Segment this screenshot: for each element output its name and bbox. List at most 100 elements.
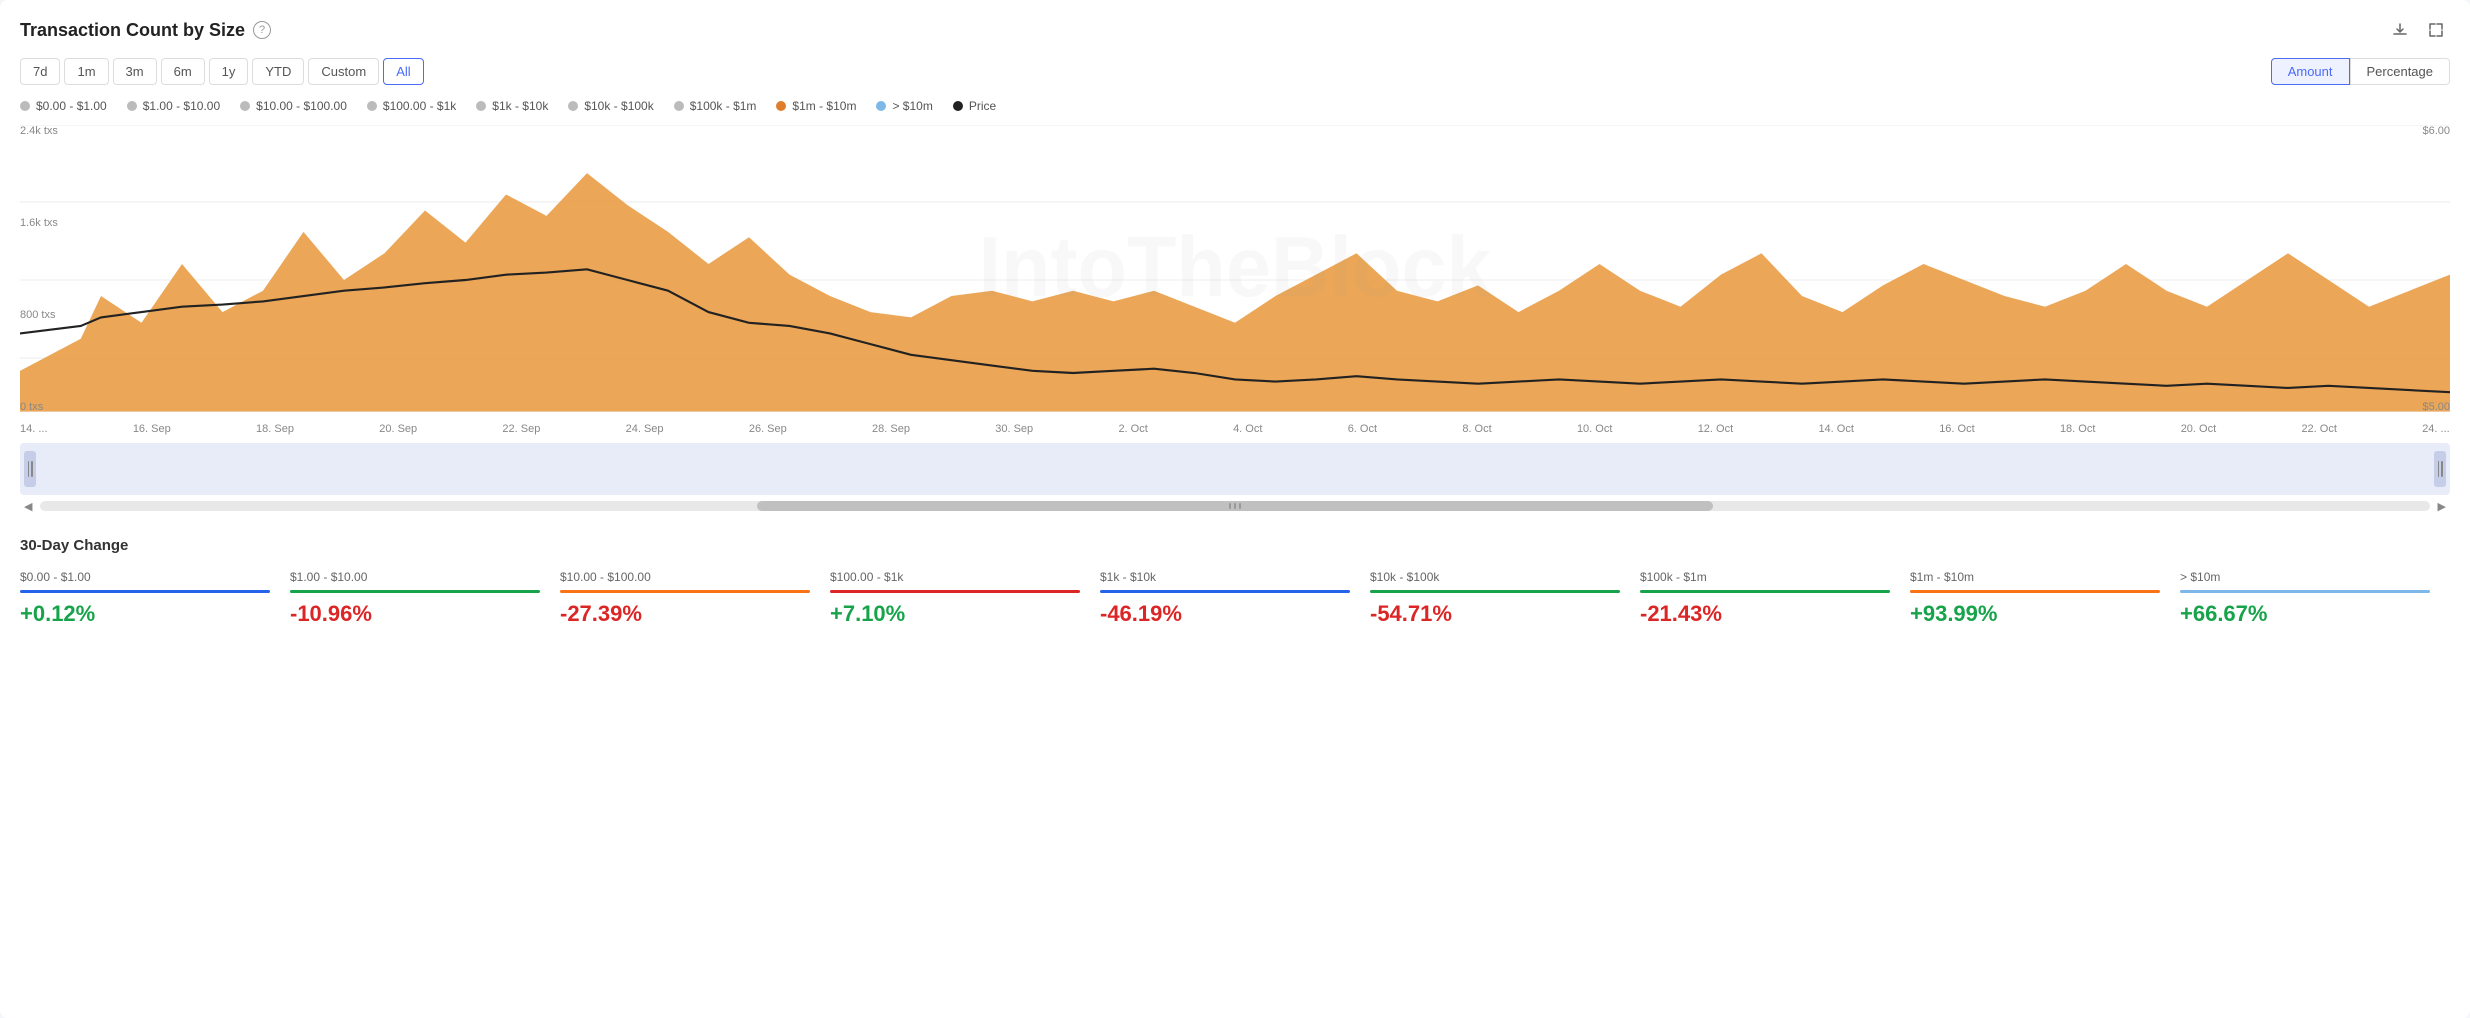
change-section: 30-Day Change $0.00 - $1.00 +0.12% $1.00… bbox=[20, 537, 2450, 627]
time-btn-1m[interactable]: 1m bbox=[64, 58, 108, 85]
x-label-10: 4. Oct bbox=[1233, 423, 1262, 435]
change-bar-5 bbox=[1370, 590, 1620, 593]
x-label-20: 24. ... bbox=[2422, 423, 2450, 435]
handle-line bbox=[28, 461, 30, 477]
change-value-4: -46.19% bbox=[1100, 601, 1350, 627]
x-label-17: 18. Oct bbox=[2060, 423, 2095, 435]
time-btn-all[interactable]: All bbox=[383, 58, 423, 85]
header-actions bbox=[2386, 16, 2450, 44]
y-label-bottom: 0 txs bbox=[20, 401, 58, 413]
change-label-0: $0.00 - $1.00 bbox=[20, 570, 270, 584]
scrollbar-container: ◀ ▶ bbox=[20, 499, 2450, 513]
change-item-6: $100k - $1m -21.43% bbox=[1640, 570, 1910, 627]
change-section-title: 30-Day Change bbox=[20, 537, 2450, 554]
legend-row: $0.00 - $1.00 $1.00 - $10.00 $10.00 - $1… bbox=[20, 99, 2450, 113]
view-btn-amount[interactable]: Amount bbox=[2271, 58, 2350, 85]
grip-line bbox=[1234, 503, 1236, 509]
change-label-1: $1.00 - $10.00 bbox=[290, 570, 540, 584]
legend-dot-0 bbox=[20, 101, 30, 111]
legend-label-1: $1.00 - $10.00 bbox=[143, 99, 220, 113]
x-label-4: 22. Sep bbox=[502, 423, 540, 435]
time-buttons: 7d 1m 3m 6m 1y YTD Custom All bbox=[20, 58, 424, 85]
change-item-5: $10k - $100k -54.71% bbox=[1370, 570, 1640, 627]
scroll-grip bbox=[757, 501, 1713, 511]
x-label-1: 16. Sep bbox=[133, 423, 171, 435]
x-label-3: 20. Sep bbox=[379, 423, 417, 435]
page-title: Transaction Count by Size bbox=[20, 20, 245, 41]
x-label-0: 14. ... bbox=[20, 423, 48, 435]
x-label-9: 2. Oct bbox=[1118, 423, 1147, 435]
change-label-3: $100.00 - $1k bbox=[830, 570, 1080, 584]
x-label-13: 10. Oct bbox=[1577, 423, 1612, 435]
legend-label-4: $1k - $10k bbox=[492, 99, 548, 113]
chart-wrapper: 2.4k txs 1.6k txs 800 txs 0 txs $6.00 $5… bbox=[20, 125, 2450, 435]
change-bar-6 bbox=[1640, 590, 1890, 593]
x-label-6: 26. Sep bbox=[749, 423, 787, 435]
time-btn-7d[interactable]: 7d bbox=[20, 58, 60, 85]
y-label-mid1: 1.6k txs bbox=[20, 217, 58, 229]
legend-label-6: $100k - $1m bbox=[690, 99, 757, 113]
download-button[interactable] bbox=[2386, 16, 2414, 44]
view-btn-percentage[interactable]: Percentage bbox=[2350, 58, 2451, 85]
expand-button[interactable] bbox=[2422, 16, 2450, 44]
x-label-15: 14. Oct bbox=[1818, 423, 1853, 435]
legend-dot-3 bbox=[367, 101, 377, 111]
legend-item-4: $1k - $10k bbox=[476, 99, 548, 113]
title-area: Transaction Count by Size ? bbox=[20, 20, 271, 41]
x-axis-row: 14. ... 16. Sep 18. Sep 20. Sep 22. Sep … bbox=[20, 423, 2450, 435]
change-bar-4 bbox=[1100, 590, 1350, 593]
download-icon bbox=[2392, 22, 2408, 38]
y-label-top: 2.4k txs bbox=[20, 125, 58, 137]
scrollbar-thumb[interactable] bbox=[757, 501, 1713, 511]
change-value-5: -54.71% bbox=[1370, 601, 1620, 627]
x-label-5: 24. Sep bbox=[626, 423, 664, 435]
legend-item-7: $1m - $10m bbox=[776, 99, 856, 113]
legend-item-3: $100.00 - $1k bbox=[367, 99, 456, 113]
legend-item-6: $100k - $1m bbox=[674, 99, 757, 113]
legend-item-8: > $10m bbox=[876, 99, 932, 113]
legend-dot-4 bbox=[476, 101, 486, 111]
range-handle-left[interactable] bbox=[24, 451, 36, 487]
x-label-11: 6. Oct bbox=[1348, 423, 1377, 435]
legend-item-1: $1.00 - $10.00 bbox=[127, 99, 220, 113]
handle-lines-left bbox=[28, 461, 33, 477]
change-label-5: $10k - $100k bbox=[1370, 570, 1620, 584]
help-icon[interactable]: ? bbox=[253, 21, 271, 39]
y-right-top: $6.00 bbox=[2422, 125, 2450, 137]
legend-dot-9 bbox=[953, 101, 963, 111]
change-bar-1 bbox=[290, 590, 540, 593]
time-btn-ytd[interactable]: YTD bbox=[252, 58, 304, 85]
change-value-7: +93.99% bbox=[1910, 601, 2160, 627]
time-btn-1y[interactable]: 1y bbox=[209, 58, 249, 85]
legend-item-9: Price bbox=[953, 99, 996, 113]
y-label-mid2: 800 txs bbox=[20, 309, 58, 321]
time-btn-custom[interactable]: Custom bbox=[308, 58, 379, 85]
change-bar-0 bbox=[20, 590, 270, 593]
time-range-row: 7d 1m 3m 6m 1y YTD Custom All Amount Per… bbox=[20, 58, 2450, 85]
scroll-left-arrow[interactable]: ◀ bbox=[24, 500, 32, 513]
legend-item-5: $10k - $100k bbox=[568, 99, 653, 113]
change-item-1: $1.00 - $10.00 -10.96% bbox=[290, 570, 560, 627]
change-bar-3 bbox=[830, 590, 1080, 593]
x-label-2: 18. Sep bbox=[256, 423, 294, 435]
change-label-7: $1m - $10m bbox=[1910, 570, 2160, 584]
main-card: Transaction Count by Size ? 7d 1m 3m 6m … bbox=[0, 0, 2470, 1018]
chart-svg: IntoTheBlock bbox=[20, 125, 2450, 435]
legend-dot-8 bbox=[876, 101, 886, 111]
time-btn-6m[interactable]: 6m bbox=[161, 58, 205, 85]
scroll-right-arrow[interactable]: ▶ bbox=[2438, 500, 2446, 513]
legend-label-9: Price bbox=[969, 99, 996, 113]
time-btn-3m[interactable]: 3m bbox=[113, 58, 157, 85]
change-bar-7 bbox=[1910, 590, 2160, 593]
range-selector[interactable] bbox=[20, 443, 2450, 495]
legend-dot-1 bbox=[127, 101, 137, 111]
legend-label-0: $0.00 - $1.00 bbox=[36, 99, 107, 113]
range-handle-right[interactable] bbox=[2434, 451, 2446, 487]
x-label-16: 16. Oct bbox=[1939, 423, 1974, 435]
change-item-2: $10.00 - $100.00 -27.39% bbox=[560, 570, 830, 627]
handle-line bbox=[31, 461, 33, 477]
y-right-bottom: $5.00 bbox=[2422, 401, 2450, 413]
change-label-2: $10.00 - $100.00 bbox=[560, 570, 810, 584]
y-axis-right: $6.00 $5.00 bbox=[2422, 125, 2450, 435]
y-axis-left: 2.4k txs 1.6k txs 800 txs 0 txs bbox=[20, 125, 58, 435]
